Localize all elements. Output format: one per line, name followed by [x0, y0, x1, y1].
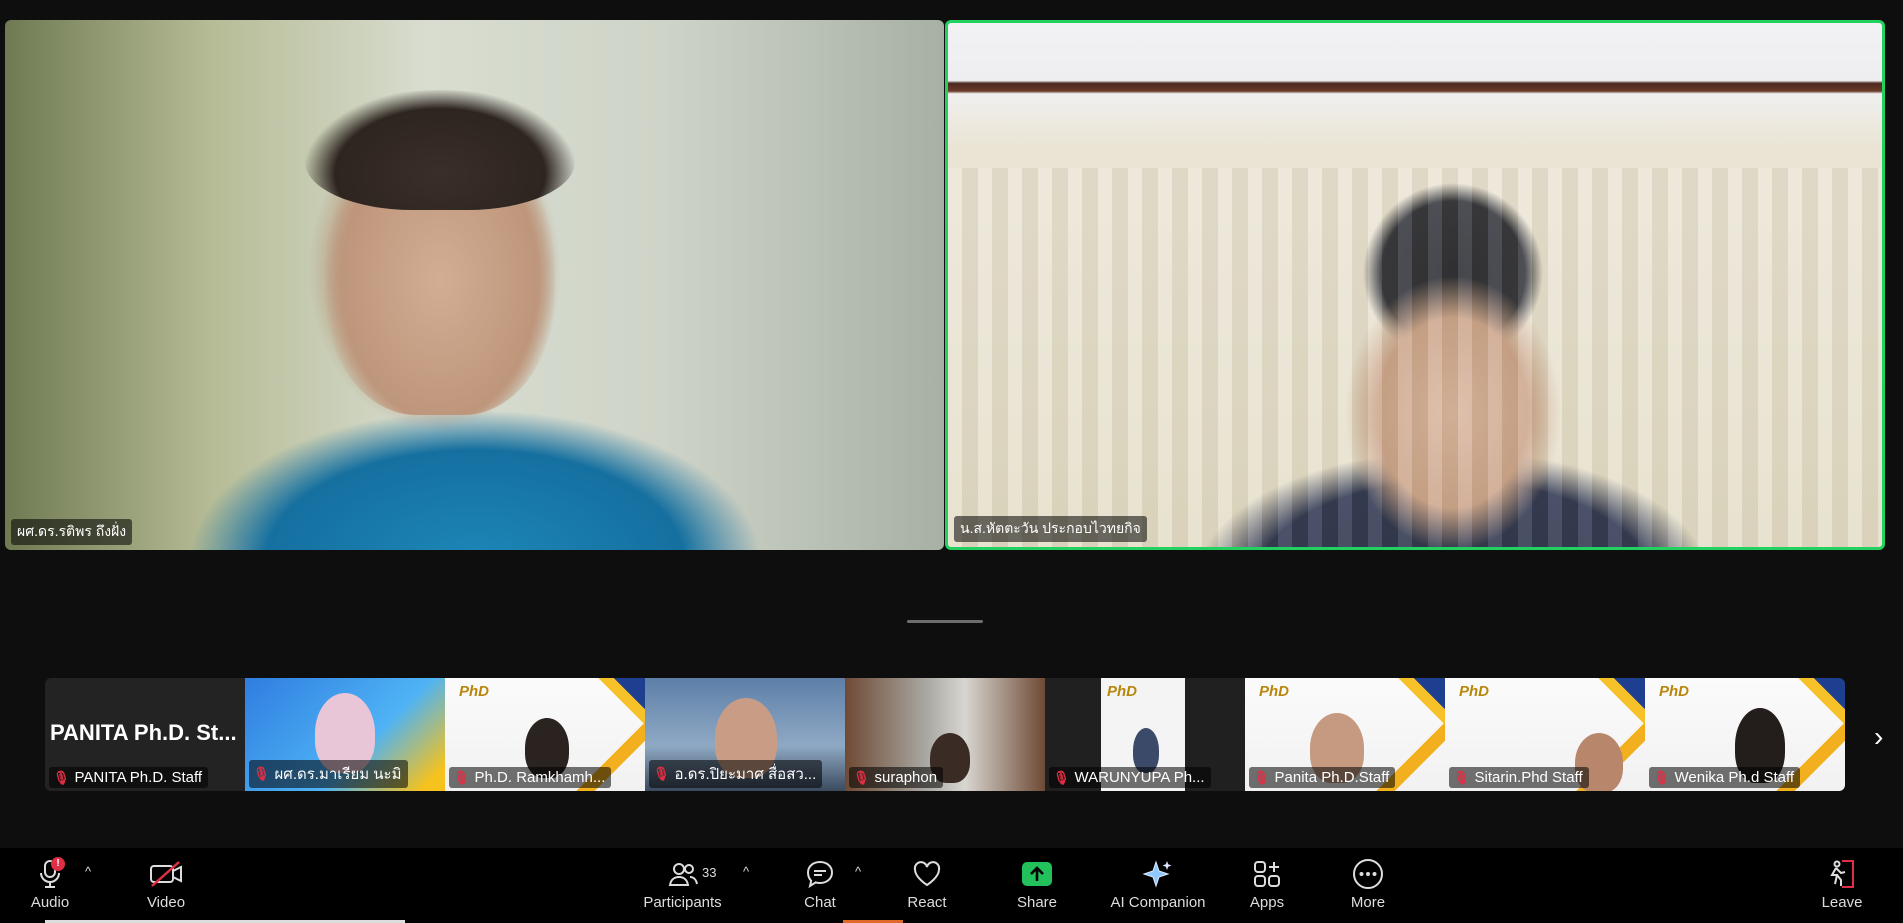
thumbnail-display-name: PANITA Ph.D. St... — [50, 720, 237, 745]
participants-count: 33 — [702, 865, 717, 880]
mic-muted-icon: 🎙 — [1053, 769, 1070, 785]
chat-bubble-icon — [805, 858, 835, 890]
thumbnail-tile[interactable]: PhD 🎙 Panita Ph.D.Staff — [1245, 678, 1445, 791]
mic-muted-icon: 🎙 — [853, 769, 870, 785]
mic-muted-icon: 🎙 — [1653, 769, 1670, 785]
thumbnail-tile[interactable]: PhD 🎙 Ph.D. Ramkhamh... — [445, 678, 645, 791]
thumbnail-label: 🎙 Panita Ph.D.Staff — [1249, 767, 1396, 788]
mic-muted-icon: 🎙 — [253, 766, 270, 781]
more-dots-icon — [1352, 858, 1384, 890]
share-button[interactable]: Share — [1007, 848, 1067, 923]
video-off-icon — [149, 858, 183, 890]
thumbnail-tile[interactable]: PANITA Ph.D. St... 🎙 PANITA Ph.D. Staff — [45, 678, 245, 791]
mic-muted-icon: 🎙 — [53, 769, 70, 785]
gallery-resize-handle[interactable] — [907, 620, 983, 623]
audio-button[interactable]: Audio — [20, 848, 80, 923]
apps-button[interactable]: Apps — [1237, 848, 1297, 923]
share-screen-icon — [1021, 858, 1053, 890]
participant-name-tag: ผศ.ดร.รติพร ถึงฝั่ง — [11, 519, 133, 545]
sparkle-icon — [1142, 858, 1174, 890]
participant-hair — [305, 90, 575, 210]
more-button[interactable]: More — [1338, 848, 1398, 923]
audio-warning-badge: ! — [51, 857, 65, 871]
thumbnail-label: 🎙 Sitarin.Phd Staff — [1449, 767, 1589, 788]
phd-logo: PhD — [1459, 683, 1489, 700]
thumbnail-tile[interactable]: 🎙 suraphon — [845, 678, 1045, 791]
phd-logo: PhD — [1659, 683, 1689, 700]
video-tile-participant-1[interactable]: ผศ.ดร.รติพร ถึงฝั่ง — [5, 20, 944, 550]
mic-muted-icon: 🎙 — [1453, 769, 1470, 785]
thumbnail-label: 🎙 PANITA Ph.D. Staff — [49, 767, 209, 788]
mic-muted-icon: 🎙 — [453, 769, 470, 785]
thumbnail-label: 🎙 Ph.D. Ramkhamh... — [449, 767, 612, 788]
thumbnail-tile[interactable]: PhD 🎙 Wenika Ph.d Staff — [1645, 678, 1845, 791]
chat-options-caret[interactable]: ^ — [855, 864, 861, 879]
phd-logo: PhD — [1259, 683, 1289, 700]
participant-thumbnail-strip: PANITA Ph.D. St... 🎙 PANITA Ph.D. Staff … — [45, 678, 1845, 791]
video-tile-participant-2-active-speaker[interactable]: น.ส.หัตตะวัน ประกอบไวทยกิจ — [945, 20, 1885, 550]
ai-companion-button[interactable]: AI Companion — [1108, 848, 1208, 923]
thumbnail-tile[interactable]: PhD 🎙 Sitarin.Phd Staff — [1445, 678, 1645, 791]
thumbnail-label: 🎙 อ.ดร.ปิยะมาศ สื่อสว... — [649, 760, 823, 788]
participant-name-tag: น.ส.หัตตะวัน ประกอบไวทยกิจ — [954, 516, 1147, 542]
thumbnail-tile[interactable]: 🎙 อ.ดร.ปิยะมาศ สื่อสว... — [645, 678, 845, 791]
audio-options-caret[interactable]: ^ — [85, 864, 91, 879]
participants-icon — [668, 858, 698, 890]
thumbnail-tile[interactable]: PhD 🎙 WARUNYUPA Ph... — [1045, 678, 1245, 791]
leave-door-icon — [1827, 858, 1857, 890]
thumbnail-label: 🎙 ผศ.ดร.มาเรียม นะมิ — [249, 760, 408, 788]
leave-button[interactable]: Leave — [1812, 848, 1872, 923]
thumbnail-label: 🎙 suraphon — [849, 767, 944, 788]
react-button[interactable]: React — [897, 848, 957, 923]
phd-logo: PhD — [1107, 683, 1137, 700]
heart-icon — [912, 858, 942, 890]
chevron-right-icon[interactable]: › — [1868, 720, 1889, 754]
meeting-toolbar: Audio ! ^ Video Participants 33 ^ Chat ^… — [0, 848, 1903, 923]
participants-options-caret[interactable]: ^ — [743, 864, 749, 879]
thumbnail-label: 🎙 WARUNYUPA Ph... — [1049, 767, 1211, 788]
video-button[interactable]: Video — [136, 848, 196, 923]
participants-button[interactable]: Participants — [640, 848, 725, 923]
mic-muted-icon: 🎙 — [1253, 769, 1270, 785]
chat-button[interactable]: Chat — [790, 848, 850, 923]
mic-muted-icon: 🎙 — [653, 766, 670, 781]
phd-logo: PhD — [459, 683, 489, 700]
apps-grid-icon — [1252, 858, 1282, 890]
thumbnail-tile[interactable]: 🎙 ผศ.ดร.มาเรียม นะมิ — [245, 678, 445, 791]
thumbnail-label: 🎙 Wenika Ph.d Staff — [1649, 767, 1801, 788]
